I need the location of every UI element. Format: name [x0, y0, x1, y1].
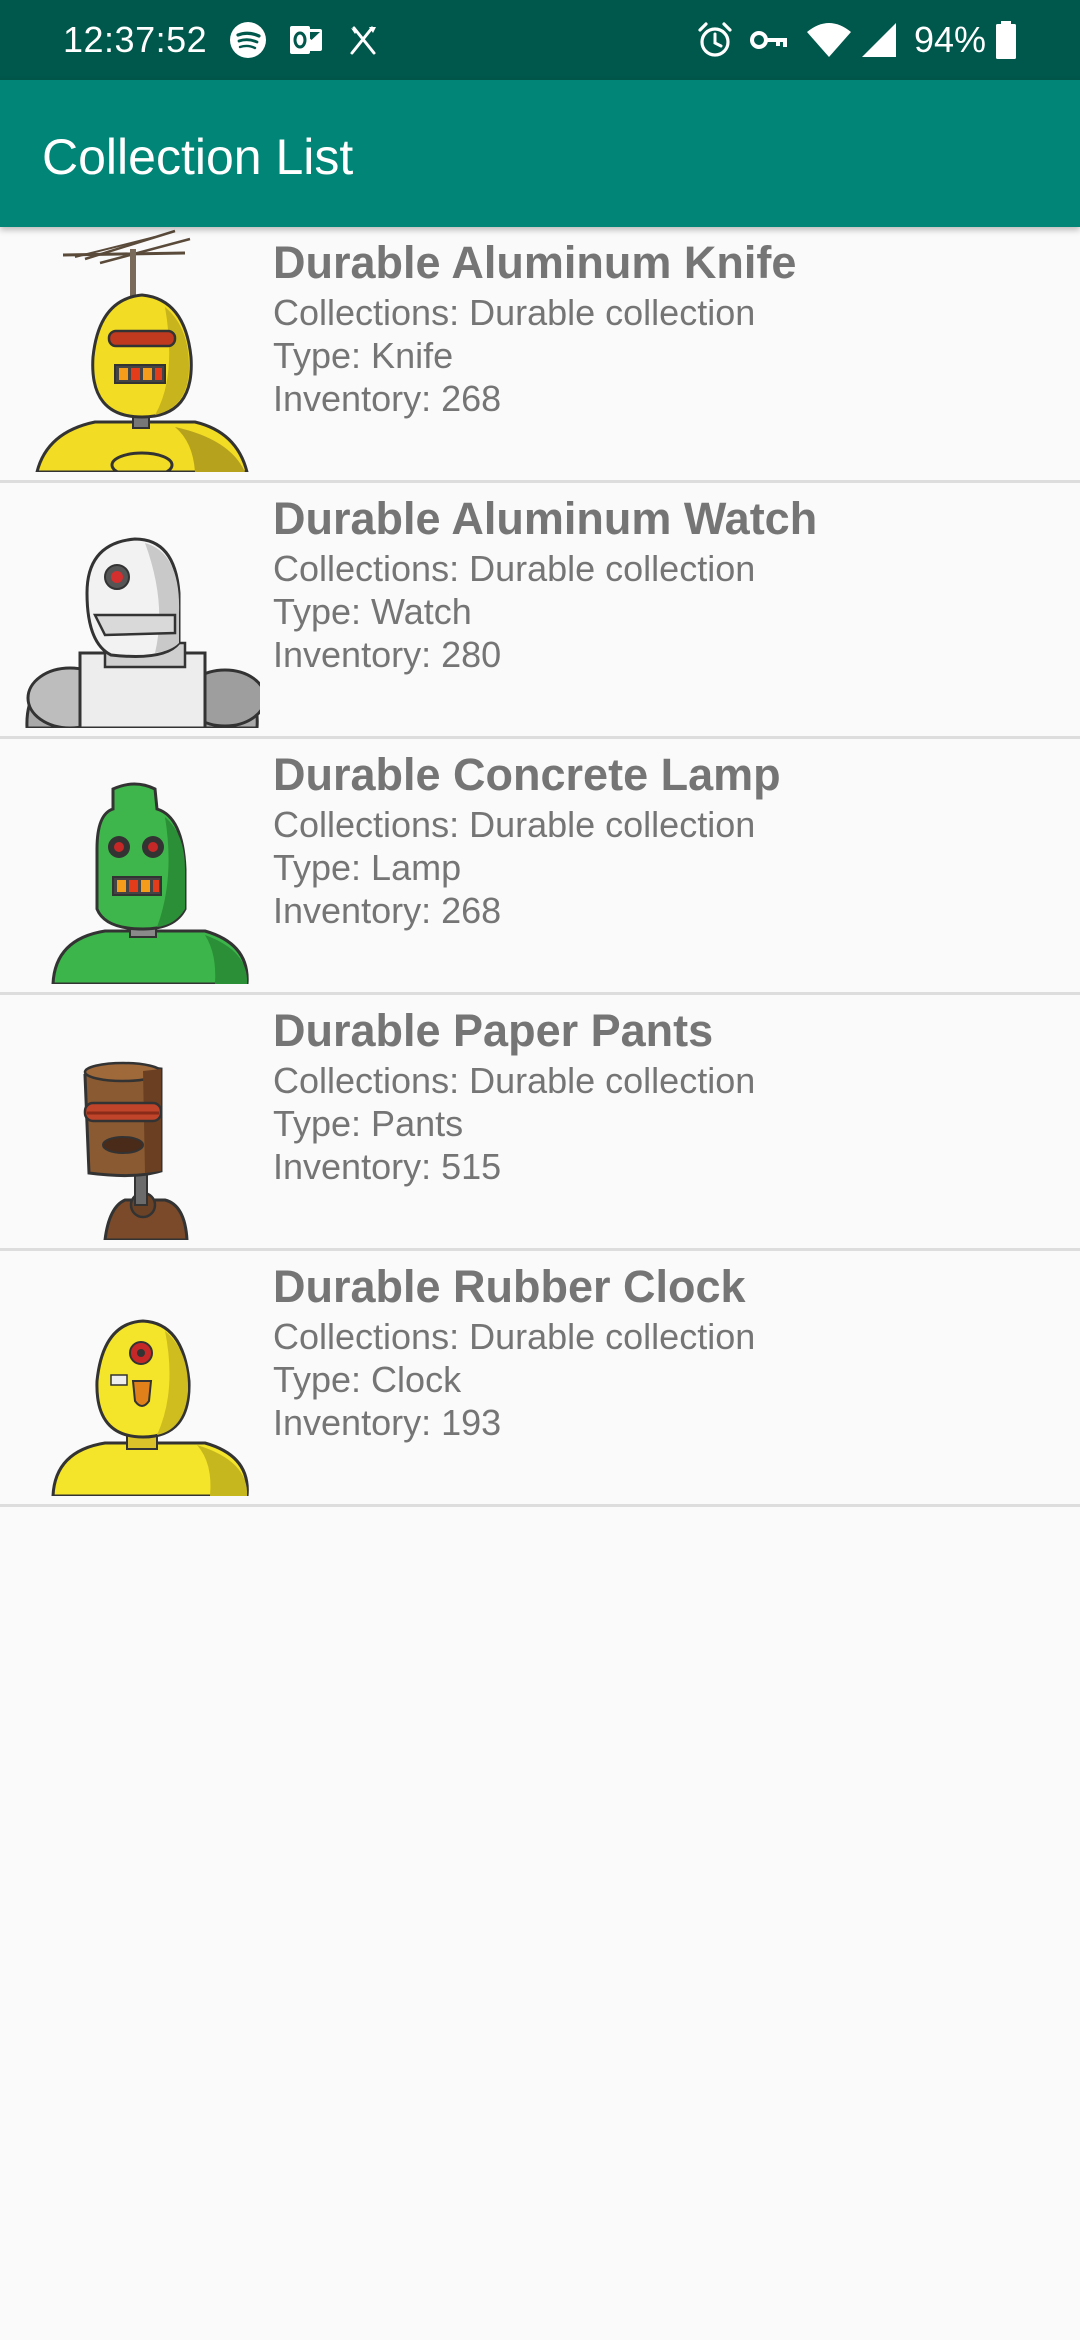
- item-title: Durable Aluminum Watch: [273, 493, 818, 544]
- list-item[interactable]: Durable Concrete Lamp Collections: Durab…: [0, 739, 1080, 995]
- list-item-text: Durable Aluminum Watch Collections: Dura…: [273, 491, 817, 676]
- app-bar: Collection List: [0, 80, 1080, 227]
- list-item[interactable]: Durable Paper Pants Collections: Durable…: [0, 995, 1080, 1251]
- alarm-icon: [698, 22, 732, 57]
- item-title: Durable Aluminum Knife: [273, 237, 797, 288]
- item-title: Durable Concrete Lamp: [273, 749, 781, 800]
- item-type: Type: Watch: [273, 591, 472, 632]
- item-title: Durable Rubber Clock: [273, 1261, 746, 1312]
- item-collections: Collections: Durable collection: [273, 292, 756, 333]
- item-collections: Collections: Durable collection: [273, 1060, 756, 1101]
- list-item[interactable]: Durable Aluminum Knife Collections: Dura…: [0, 227, 1080, 483]
- item-collections: Collections: Durable collection: [273, 548, 756, 589]
- vpn-key-icon: [750, 31, 787, 49]
- yellow-antenna-robot-image: [35, 229, 249, 472]
- item-inventory: Inventory: 193: [273, 1402, 502, 1443]
- outlook-icon: [290, 26, 322, 54]
- item-inventory: Inventory: 268: [273, 890, 502, 931]
- crossed-tools-icon: [350, 26, 376, 55]
- item-inventory: Inventory: 515: [273, 1146, 502, 1187]
- item-type: Type: Knife: [273, 335, 454, 376]
- status-bar: 12:37:52 94%: [0, 0, 1080, 80]
- item-type: Type: Clock: [273, 1359, 462, 1400]
- list-item-text: Durable Aluminum Knife Collections: Dura…: [273, 235, 796, 420]
- battery-icon: [996, 21, 1016, 59]
- wifi-icon: [807, 23, 851, 57]
- item-collections: Collections: Durable collection: [273, 804, 756, 845]
- green-robot-image: [51, 782, 249, 984]
- yellow-robot-image: [51, 1319, 249, 1496]
- list-item-text: Durable Rubber Clock Collections: Durabl…: [273, 1259, 755, 1444]
- item-inventory: Inventory: 280: [273, 634, 502, 675]
- item-title: Durable Paper Pants: [273, 1005, 714, 1056]
- list-item[interactable]: Durable Aluminum Watch Collections: Dura…: [0, 483, 1080, 739]
- item-collections: Collections: Durable collection: [273, 1316, 756, 1357]
- status-time: 12:37:52: [63, 19, 208, 60]
- page-title: Collection List: [42, 129, 354, 185]
- list-item[interactable]: Durable Rubber Clock Collections: Durabl…: [0, 1251, 1080, 1507]
- collection-list: Durable Aluminum Knife Collections: Dura…: [0, 227, 1080, 1507]
- item-type: Type: Pants: [273, 1103, 464, 1144]
- white-robot-image: [25, 537, 260, 728]
- list-item-text: Durable Concrete Lamp Collections: Durab…: [273, 747, 781, 932]
- item-inventory: Inventory: 268: [273, 378, 502, 419]
- brown-robot-image: [83, 1061, 189, 1240]
- cell-signal-icon: [862, 23, 896, 57]
- list-item-text: Durable Paper Pants Collections: Durable…: [273, 1003, 755, 1188]
- battery-percentage: 94%: [914, 19, 987, 60]
- spotify-icon: [230, 22, 266, 58]
- item-type: Type: Lamp: [273, 847, 462, 888]
